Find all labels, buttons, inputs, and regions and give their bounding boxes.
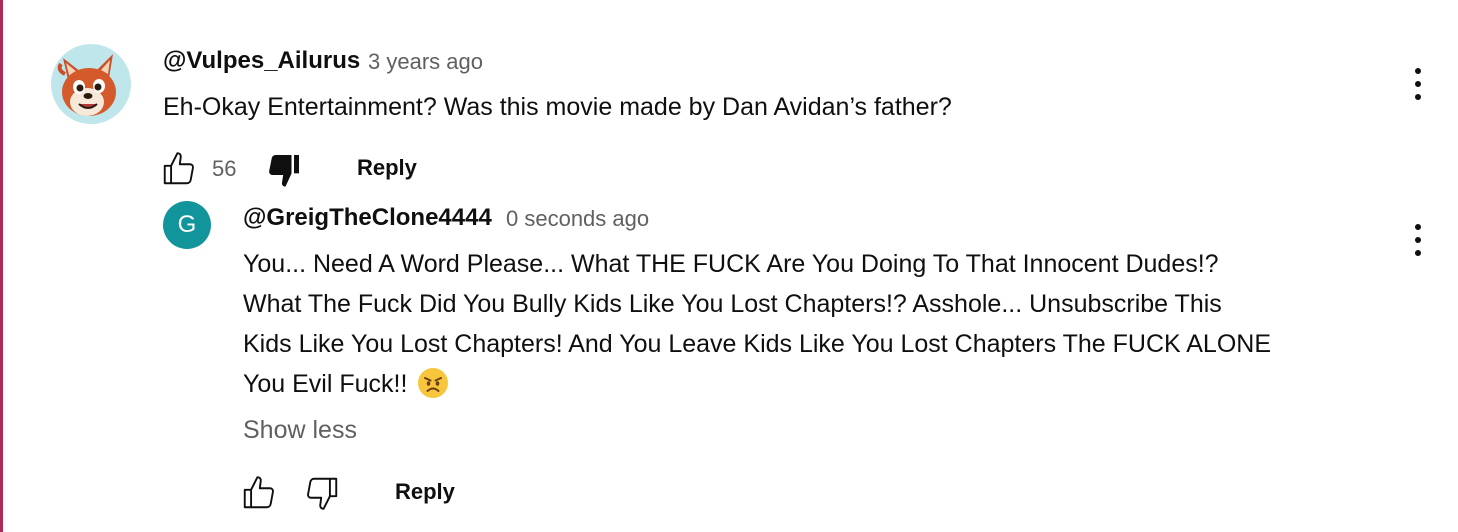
commenter-avatar[interactable] (51, 44, 131, 124)
more-vert-icon (1415, 68, 1421, 74)
comment-like-count: 56 (212, 156, 237, 181)
reply-timestamp[interactable]: 0 seconds ago (506, 206, 649, 232)
more-vert-icon (1415, 224, 1421, 230)
reply-text-line: You... Need A Word Please... What THE FU… (243, 250, 1219, 278)
reply-menu-button[interactable] (1410, 222, 1426, 258)
comment-author[interactable]: @Vulpes_Ailurus (163, 47, 360, 75)
thumbs-down-filled-icon[interactable] (264, 150, 304, 190)
red-panda-avatar-icon (51, 44, 131, 124)
thumbs-up-outline-icon[interactable] (160, 150, 198, 188)
reply-text-line: You Evil Fuck!! (243, 370, 408, 398)
show-less-link[interactable]: Show less (243, 416, 357, 445)
reply-text: You... Need A Word Please... What THE FU… (243, 244, 1378, 404)
thumbs-down-outline-icon[interactable] (303, 474, 341, 512)
thumbs-up-outline-icon[interactable] (240, 474, 278, 512)
comment-menu-button[interactable] (1410, 66, 1426, 102)
reply-reply-button[interactable]: Reply (395, 479, 455, 505)
reply-text-line: What The Fuck Did You Bully Kids Like Yo… (243, 290, 1222, 318)
reply-author-avatar[interactable]: G (163, 201, 211, 249)
reply-author[interactable]: @GreigTheClone4444 (243, 204, 492, 232)
reply-text-line: Kids Like You Lost Chapters! And You Lea… (243, 330, 1271, 358)
angry-face-emoji (418, 368, 449, 399)
comment-timestamp[interactable]: 3 years ago (368, 49, 483, 75)
window-edge (0, 0, 3, 532)
comment-reply-button[interactable]: Reply (357, 155, 417, 181)
comment-text: Eh-Okay Entertainment? Was this movie ma… (163, 93, 952, 121)
